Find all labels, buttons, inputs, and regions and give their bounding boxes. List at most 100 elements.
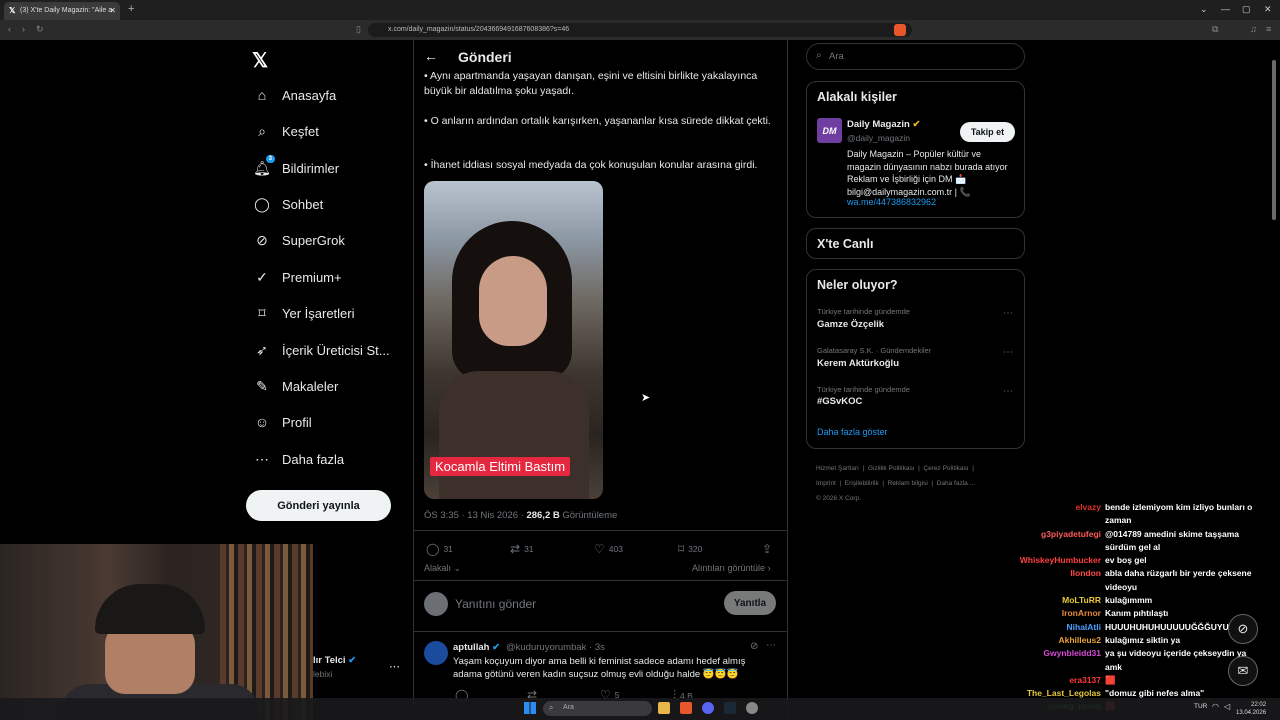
chat-username[interactable]	[1010, 514, 1105, 527]
follow-button[interactable]: Takip et	[960, 122, 1015, 142]
scrollbar[interactable]	[1272, 60, 1276, 220]
like-action[interactable]: ♡ 403	[594, 542, 623, 556]
reply-action[interactable]: ◯ 31	[426, 542, 453, 556]
windows-start-icon[interactable]	[524, 702, 536, 714]
url-field[interactable]: x.com/daily_magazin/status/2043669491687…	[368, 23, 912, 37]
chat-username[interactable]: elvazy	[1010, 501, 1105, 514]
nav-item-supergrok[interactable]: ⊘ SuperGrok	[252, 228, 345, 252]
person-name[interactable]: Daily Magazin ✔	[847, 119, 920, 130]
trend-name[interactable]: #GSvKOC	[817, 396, 862, 407]
chat-username[interactable]: WhiskeyHumbucker	[1010, 554, 1105, 567]
chat-username[interactable]	[1010, 541, 1105, 554]
nav-item-bookmarks[interactable]: ⌑ Yer İşaretleri	[252, 301, 354, 325]
media-icon[interactable]: ♫	[1250, 24, 1257, 34]
minimize-icon[interactable]: —	[1221, 4, 1230, 14]
trend-name[interactable]: Gamze Özçelik	[817, 319, 884, 330]
grok-icon[interactable]: ⊘	[750, 641, 758, 652]
footer-link[interactable]: Erişilebilirlik	[845, 480, 879, 487]
live-card[interactable]: X'te Canlı	[806, 228, 1025, 259]
trend-context: Türkiye tarihinde gündemde	[817, 307, 910, 316]
trend-name[interactable]: Kerem Aktürkoğlu	[817, 358, 899, 369]
volume-icon[interactable]: ◁	[1224, 702, 1230, 711]
menu-icon[interactable]: ≡	[1266, 24, 1271, 34]
avatar[interactable]: DM	[817, 118, 842, 143]
footer-link[interactable]: Daha fazla ...	[937, 480, 975, 487]
brave-browser-icon[interactable]	[680, 702, 692, 714]
footer-link[interactable]: Imprint	[816, 480, 836, 487]
browser-tab[interactable]: 𝕏 (3) X'te Daily Magazin: "Aile a ✕	[4, 2, 120, 20]
footer-link[interactable]: Çerez Politikası	[923, 465, 968, 472]
nav-item-explore[interactable]: ⌕ Keşfet	[252, 119, 319, 143]
more-options-icon[interactable]: ⋯	[1003, 347, 1013, 358]
back-arrow-icon[interactable]: ←	[424, 48, 438, 64]
brave-shield-icon[interactable]	[894, 24, 906, 36]
post-button[interactable]: Gönderi yayınla	[246, 490, 391, 521]
more-options-icon[interactable]: ⋯	[1003, 308, 1013, 319]
reply-button[interactable]: Yanıtla	[724, 591, 776, 615]
show-more-link[interactable]: Daha fazla göster	[817, 427, 888, 437]
taskbar-search[interactable]: ⌕ Ara	[543, 701, 652, 716]
forward-icon[interactable]: ›	[22, 24, 25, 34]
nav-label: Makaleler	[282, 378, 339, 394]
extensions-icon[interactable]: ⧉	[1212, 24, 1218, 35]
chevron-down-icon[interactable]: ⌄	[1200, 4, 1208, 15]
footer-link[interactable]: Reklam bilgisi	[888, 480, 928, 487]
chat-text: bende izlemiyom kim izliyo bunları o	[1105, 502, 1253, 512]
back-icon[interactable]: ‹	[8, 24, 11, 34]
wifi-icon[interactable]: ◠	[1212, 702, 1219, 711]
chat-username[interactable]	[1010, 661, 1105, 674]
repost-count: 31	[524, 544, 534, 554]
taskbar-clock[interactable]: 22:02 13.04.2026	[1236, 701, 1266, 717]
nav-item-articles[interactable]: ✎ Makaleler	[252, 374, 338, 398]
reply-input[interactable]: Yanıtını gönder	[455, 597, 536, 611]
sort-dropdown[interactable]: Alakalı ⌄	[424, 563, 461, 574]
x-home-logo-icon[interactable]: 𝕏	[252, 48, 268, 73]
more-options-icon[interactable]: ⋯	[1003, 386, 1013, 397]
more-options-icon[interactable]: ⋯	[766, 640, 776, 651]
nav-item-more[interactable]: ⋯ Daha fazla	[252, 447, 344, 471]
chat-username[interactable]	[1010, 581, 1105, 594]
repost-action[interactable]: ⇄ 31	[510, 542, 534, 556]
bookmark-page-icon[interactable]: ▯	[356, 24, 361, 35]
obs-icon[interactable]	[746, 702, 758, 714]
chat-username[interactable]: era3137	[1010, 674, 1105, 687]
steam-icon[interactable]	[724, 702, 736, 714]
footer-link[interactable]: Hizmet Şartları	[816, 465, 859, 472]
new-tab-icon[interactable]: +	[128, 3, 134, 15]
chat-username[interactable]: NihalAtli	[1010, 621, 1105, 634]
avatar[interactable]	[424, 641, 448, 665]
nav-item-premium[interactable]: ✓ Premium+	[252, 265, 341, 289]
account-more-icon[interactable]: ⋯	[389, 660, 400, 673]
messages-fab-icon[interactable]: ✉	[1228, 656, 1258, 686]
nav-item-notifications[interactable]: 🔔︎ 3 Bildirimler	[252, 155, 339, 180]
close-window-icon[interactable]: ✕	[1264, 4, 1272, 15]
view-quotes-link[interactable]: Alıntıları görüntüle ›	[692, 563, 771, 573]
grok-fab-icon[interactable]: ⊘	[1228, 614, 1258, 644]
comment-author[interactable]: aptullah ✔	[453, 642, 500, 653]
maximize-icon[interactable]: ▢	[1242, 4, 1251, 15]
language-indicator[interactable]: TUR	[1194, 703, 1207, 710]
chat-username[interactable]: IronArnor	[1010, 607, 1105, 620]
chat-username[interactable]: Akhilleus2	[1010, 634, 1105, 647]
nav-item-chat[interactable]: ◯ Sohbet	[252, 192, 323, 216]
footer-link[interactable]: Gizlilik Politikası	[868, 465, 915, 472]
file-explorer-icon[interactable]	[658, 702, 670, 714]
search-input[interactable]: ⌕ Ara	[806, 43, 1025, 70]
chat-username[interactable]: Gwynbleidd31	[1010, 647, 1105, 660]
discord-icon[interactable]	[702, 702, 714, 714]
card-title: Neler oluyor?	[817, 278, 898, 292]
chat-username[interactable]: Ilondon	[1010, 567, 1105, 580]
nav-item-profile[interactable]: ☺ Profil	[252, 410, 312, 434]
nav-item-home[interactable]: ⌂ Anasayfa	[252, 83, 336, 107]
person-link[interactable]: wa.me/447386832962	[847, 197, 936, 207]
post-video[interactable]: Kocamla Eltimi Bastım	[424, 181, 603, 499]
chat-text: zaman	[1105, 515, 1132, 526]
chat-username[interactable]: MoLTuRR	[1010, 594, 1105, 607]
chat-username[interactable]: g3piyadetufegi	[1010, 528, 1105, 541]
reload-icon[interactable]: ↻	[36, 24, 44, 35]
close-tab-icon[interactable]: ✕	[109, 6, 116, 15]
nav-item-creator-studio[interactable]: ➶ İçerik Üreticisi St...	[252, 338, 390, 362]
share-action[interactable]: ⇪	[762, 542, 772, 556]
person-name-text: Daily Magazin	[847, 119, 910, 130]
bookmark-action[interactable]: ⌑ 320	[678, 542, 702, 556]
